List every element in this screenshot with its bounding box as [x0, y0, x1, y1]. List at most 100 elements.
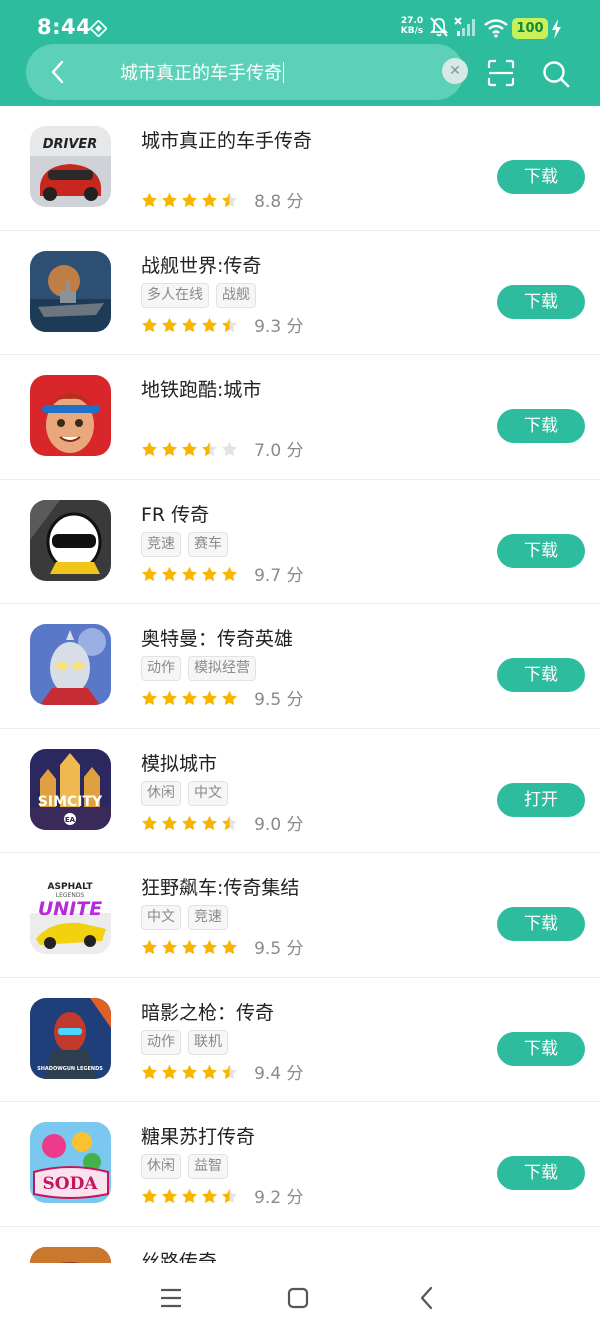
star-icon: [162, 690, 177, 706]
star-icon: [222, 566, 237, 581]
rating: 8.8 分: [141, 187, 304, 212]
clear-icon[interactable]: ✕: [442, 58, 468, 84]
star-rating: [141, 317, 241, 336]
tag: 中文: [188, 780, 228, 806]
net-speed-value: 27.0: [400, 16, 424, 26]
rating-score: 9.5 分: [254, 690, 304, 710]
list-item[interactable]: SHADOWGUN LEGENDS 暗影之枪：传奇 动作 联机 9.4 分 下载: [0, 978, 600, 1102]
list-item[interactable]: SODA 糖果苏打传奇 休闲 益智 9.2 分 下载: [0, 1102, 600, 1227]
warship-game-icon[interactable]: [30, 250, 111, 332]
text-caret: [283, 62, 284, 83]
app-title[interactable]: 模拟城市: [141, 749, 217, 776]
star-icon: [202, 1064, 217, 1079]
simcity-icon[interactable]: SIMCITY EA: [30, 748, 111, 830]
list-item[interactable]: 战舰世界:传奇 多人在线 战舰 9.3 分 下载: [0, 231, 600, 355]
star-icon: [202, 192, 217, 208]
app-title[interactable]: 地铁跑酷:城市: [141, 375, 261, 402]
search-query: 城市真正的车手传奇: [120, 63, 282, 84]
star-icon: [162, 192, 177, 208]
app-title[interactable]: 糖果苏打传奇: [141, 1122, 255, 1149]
star-rating: [141, 815, 241, 834]
list-item[interactable]: 丝路传奇: [0, 1227, 600, 1264]
app-title[interactable]: 战舰世界:传奇: [141, 251, 261, 278]
shadowgun-icon[interactable]: SHADOWGUN LEGENDS: [30, 997, 111, 1079]
star-icon: [182, 566, 197, 581]
status-bar: 8:44 27.0 KB/s 100: [0, 0, 600, 44]
star-icon: [162, 566, 177, 581]
search-row: 城市真正的车手传奇 ✕: [0, 44, 600, 106]
rating: 9.5 分: [141, 934, 304, 959]
list-item[interactable]: ASPHALT LEGENDS UNITE 狂野飙车:传奇集结 中文 竞速 9.5…: [0, 853, 600, 978]
list-item[interactable]: 奥特曼：传奇英雄 动作 模拟经营 9.5 分 下载: [0, 604, 600, 729]
battery-icon: 100: [512, 18, 548, 39]
asphalt-unite-icon[interactable]: ASPHALT LEGENDS UNITE: [30, 873, 111, 954]
rating-score: 9.0 分: [254, 814, 304, 835]
list-item[interactable]: 地铁跑酷:城市 7.0 分 下载: [0, 355, 600, 480]
download-button[interactable]: 下载: [497, 533, 585, 568]
app-title[interactable]: 奥特曼：传奇英雄: [141, 624, 293, 651]
star-icon: [202, 441, 217, 457]
tag: 休闲: [141, 1154, 181, 1179]
rating: 9.7 分: [141, 561, 304, 586]
back-icon[interactable]: [44, 57, 72, 87]
download-button[interactable]: 下载: [497, 907, 585, 941]
tag-list: 中文 竞速: [141, 905, 235, 930]
rating-score: 9.7 分: [254, 565, 304, 586]
home-icon[interactable]: [285, 1285, 311, 1311]
star-icon: [222, 690, 237, 706]
ultraman-icon[interactable]: [30, 624, 111, 705]
driver-game-icon[interactable]: DRIVER: [30, 126, 111, 207]
subway-surfers-icon[interactable]: [30, 375, 111, 456]
list-item[interactable]: DRIVER 城市真正的车手传奇 8.8 分 下载: [0, 106, 600, 231]
menu-icon[interactable]: [158, 1285, 184, 1311]
star-icon: [142, 690, 157, 706]
app-title[interactable]: 暗影之枪：传奇: [141, 998, 274, 1025]
silk-road-icon[interactable]: [30, 1246, 111, 1263]
app-title[interactable]: 城市真正的车手传奇: [141, 126, 312, 153]
star-icon: [182, 690, 197, 706]
tag: 赛车: [188, 531, 228, 557]
star-icon: [222, 939, 237, 955]
star-icon: [142, 939, 157, 955]
app-title[interactable]: FR 传奇: [141, 500, 209, 527]
charging-icon: [552, 19, 561, 39]
app-title[interactable]: 狂野飙车:传奇集结: [141, 873, 299, 900]
star-icon: [222, 815, 237, 830]
app-title[interactable]: 丝路传奇: [141, 1247, 217, 1264]
search-icon[interactable]: [541, 59, 571, 89]
scan-icon[interactable]: [486, 58, 516, 88]
download-button[interactable]: 下载: [497, 658, 585, 692]
search-query-wrap[interactable]: 城市真正的车手传奇: [120, 59, 284, 85]
svg-text:SODA: SODA: [42, 1174, 98, 1194]
rating: 9.2 分: [141, 1183, 304, 1208]
net-speed: 27.0 KB/s: [398, 16, 426, 36]
list-item[interactable]: FR 传奇 竞速 赛车 9.7 分 下载: [0, 480, 600, 604]
tag: 模拟经营: [188, 656, 256, 681]
candy-soda-icon[interactable]: SODA: [30, 1122, 111, 1203]
star-icon: [142, 317, 157, 332]
tag: 战舰: [216, 282, 256, 308]
svg-text:SHADOWGUN LEGENDS: SHADOWGUN LEGENDS: [37, 1066, 103, 1072]
navigation-bar: [0, 1263, 600, 1333]
tag-list: 动作 模拟经营: [141, 656, 263, 681]
star-icon: [162, 1064, 177, 1079]
open-button[interactable]: 打开: [497, 782, 585, 817]
star-icon: [202, 1188, 217, 1204]
download-button[interactable]: 下载: [497, 1156, 585, 1190]
rating: 9.0 分: [141, 810, 304, 835]
tag-list: 休闲 益智: [141, 1154, 235, 1179]
list-item[interactable]: SIMCITY EA 模拟城市 休闲 中文 9.0 分 打开: [0, 729, 600, 853]
back-nav-icon[interactable]: [414, 1285, 440, 1311]
svg-text:DRIVER: DRIVER: [43, 137, 98, 152]
star-rating: [141, 1188, 241, 1207]
star-icon: [182, 939, 197, 955]
fr-legends-helmet-icon[interactable]: [30, 499, 111, 581]
status-time: 8:44: [37, 15, 92, 39]
search-results-list[interactable]: DRIVER 城市真正的车手传奇 8.8 分 下载 战舰世界:传奇 多人在线 战舰: [0, 106, 600, 1263]
download-button[interactable]: 下载: [497, 1031, 585, 1066]
svg-text:SIMCITY: SIMCITY: [38, 794, 103, 810]
search-input[interactable]: 城市真正的车手传奇 ✕: [26, 44, 468, 100]
download-button[interactable]: 下载: [497, 160, 585, 194]
download-button[interactable]: 下载: [497, 409, 585, 443]
download-button[interactable]: 下载: [497, 284, 585, 319]
